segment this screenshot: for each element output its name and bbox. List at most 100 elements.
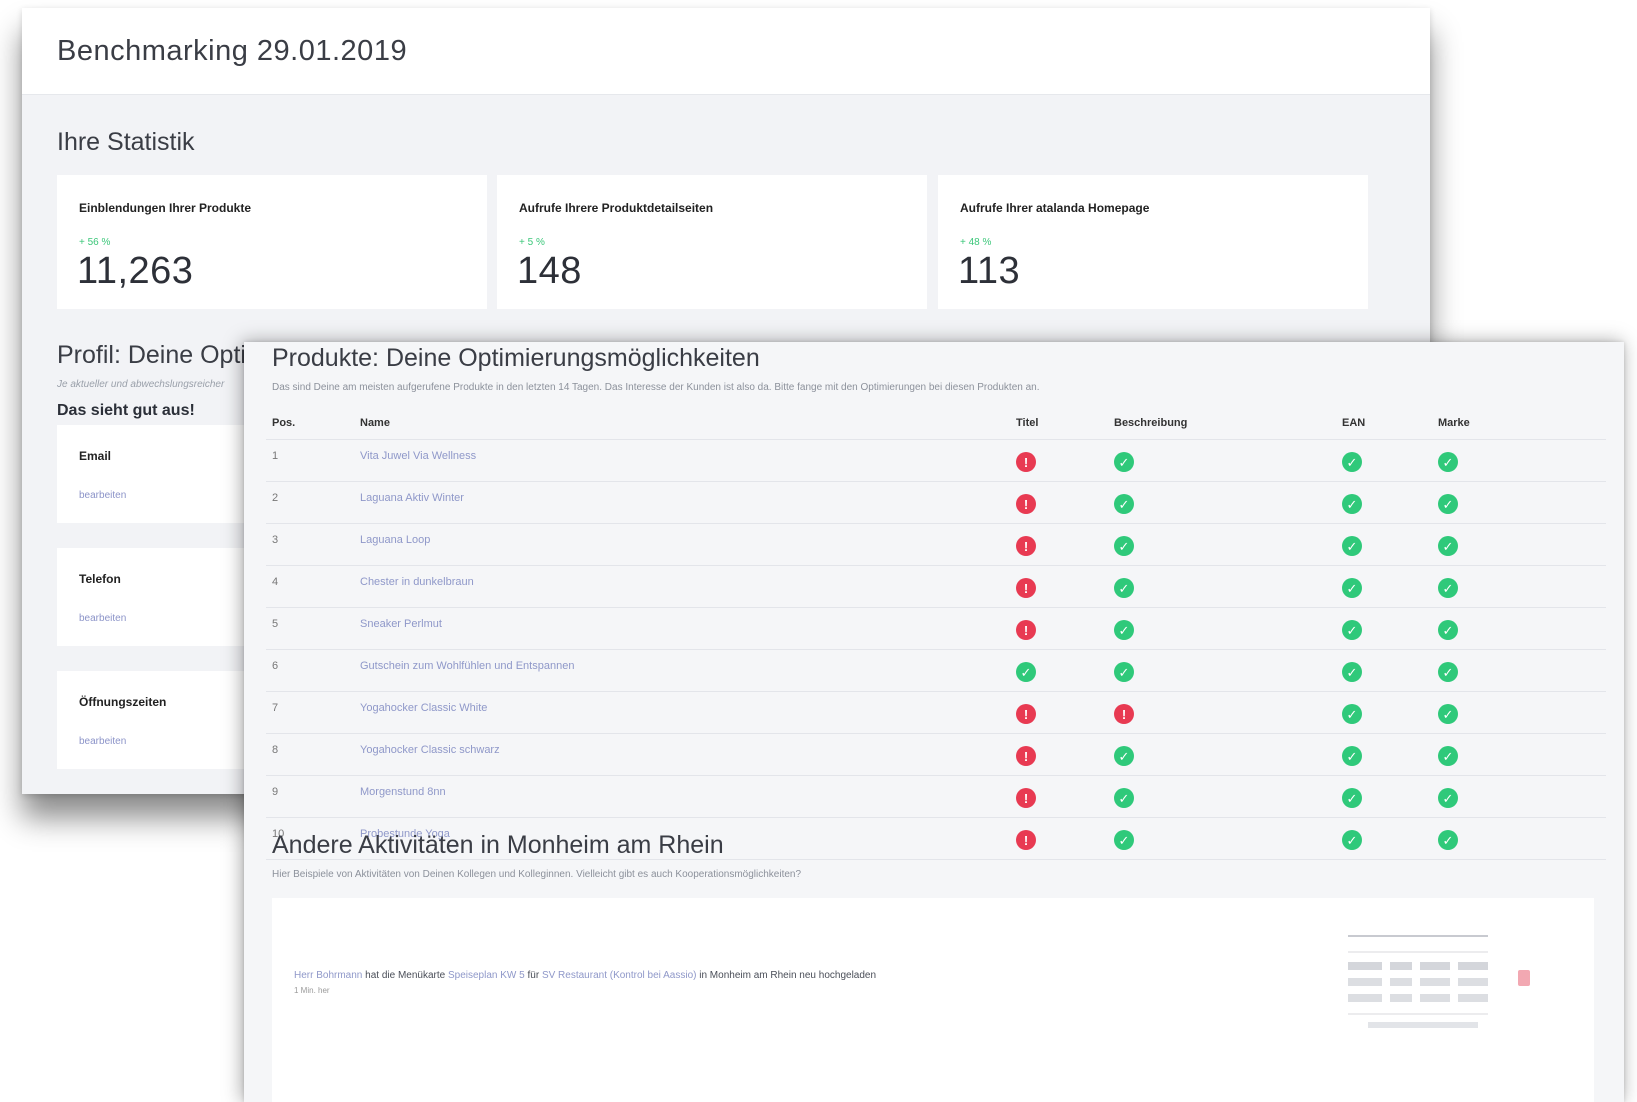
product-name-link[interactable]: Sneaker Perlmut bbox=[360, 618, 442, 630]
table-row: 6 Gutschein zum Wohlfühlen und Entspannen… bbox=[266, 650, 1606, 692]
check-circle-icon: ✓ bbox=[1114, 578, 1134, 598]
check-circle-icon: ✓ bbox=[1114, 788, 1134, 808]
profile-status: Das sieht gut aus! bbox=[57, 402, 195, 419]
product-name-link[interactable]: Chester in dunkelbraun bbox=[360, 576, 474, 588]
exclamation-circle-icon: ! bbox=[1016, 536, 1036, 556]
exclamation-circle-icon: ! bbox=[1114, 704, 1134, 724]
check-circle-icon: ✓ bbox=[1438, 662, 1458, 682]
check-circle-icon: ✓ bbox=[1342, 578, 1362, 598]
products-description: Das sind Deine am meisten aufgerufene Pr… bbox=[272, 382, 1040, 393]
activity-menu-link[interactable]: Speiseplan KW 5 bbox=[448, 970, 525, 981]
activity-text-part: in Monheim am Rhein neu hochgeladen bbox=[699, 970, 877, 981]
check-circle-icon: ✓ bbox=[1342, 452, 1362, 472]
row-position: 3 bbox=[272, 534, 279, 546]
check-circle-icon: ✓ bbox=[1438, 578, 1458, 598]
stat-label: Aufrufe Ihrere Produktdetailseiten bbox=[519, 201, 714, 215]
stat-label: Einblendungen Ihrer Produkte bbox=[79, 201, 252, 215]
exclamation-circle-icon: ! bbox=[1016, 830, 1036, 850]
check-circle-icon: ✓ bbox=[1342, 788, 1362, 808]
check-circle-icon: ✓ bbox=[1438, 452, 1458, 472]
check-circle-icon: ✓ bbox=[1438, 788, 1458, 808]
table-row: 5 Sneaker Perlmut! ✓ ✓ ✓ bbox=[266, 608, 1606, 650]
page-header: Benchmarking 29.01.2019 bbox=[22, 8, 1430, 95]
table-row: 8 Yogahocker Classic schwarz! ✓ ✓ ✓ bbox=[266, 734, 1606, 776]
check-circle-icon: ✓ bbox=[1342, 662, 1362, 682]
edit-link[interactable]: bearbeiten bbox=[79, 490, 126, 501]
table-row: 4 Chester in dunkelbraun! ✓ ✓ ✓ bbox=[266, 566, 1606, 608]
page-title: Benchmarking 29.01.2019 bbox=[57, 34, 408, 67]
exclamation-circle-icon: ! bbox=[1016, 704, 1036, 724]
stat-card-homepage-views: Aufrufe Ihrer atalanda Homepage + 48 % 1… bbox=[938, 175, 1368, 309]
edit-link[interactable]: bearbeiten bbox=[79, 613, 126, 624]
check-circle-icon: ✓ bbox=[1342, 494, 1362, 514]
activity-actor-link[interactable]: Herr Bohrmann bbox=[294, 970, 362, 981]
check-circle-icon: ✓ bbox=[1342, 704, 1362, 724]
products-table: Pos. Name Titel Beschreibung EAN Marke 1… bbox=[266, 407, 1606, 860]
column-name: Name bbox=[360, 417, 390, 429]
table-row: 7 Yogahocker Classic White!! ✓ ✓ bbox=[266, 692, 1606, 734]
check-circle-icon: ✓ bbox=[1438, 746, 1458, 766]
check-circle-icon: ✓ bbox=[1438, 830, 1458, 850]
check-circle-icon: ✓ bbox=[1438, 620, 1458, 640]
table-body: 1 Vita Juwel Via Wellness! ✓ ✓ ✓ 2 Laguana Akt… bbox=[266, 440, 1606, 860]
report-icon[interactable] bbox=[1518, 970, 1530, 986]
stat-label: Aufrufe Ihrer atalanda Homepage bbox=[960, 201, 1150, 215]
profile-card-label: Telefon bbox=[79, 572, 121, 586]
product-name-link[interactable]: Vita Juwel Via Wellness bbox=[360, 450, 476, 462]
check-circle-icon: ✓ bbox=[1114, 830, 1134, 850]
profile-card-label: Öffnungszeiten bbox=[79, 695, 167, 709]
exclamation-circle-icon: ! bbox=[1016, 746, 1036, 766]
product-name-link[interactable]: Morgenstund 8nn bbox=[360, 786, 446, 798]
products-window: Produkte: Deine Optimierungsmöglichkeite… bbox=[244, 342, 1624, 1102]
check-circle-icon: ✓ bbox=[1342, 830, 1362, 850]
product-name-link[interactable]: Yogahocker Classic schwarz bbox=[360, 744, 500, 756]
check-circle-icon: ✓ bbox=[1438, 536, 1458, 556]
activity-timestamp: 1 Min. her bbox=[294, 986, 330, 995]
product-name-link[interactable]: Laguana Aktiv Winter bbox=[360, 492, 464, 504]
exclamation-circle-icon: ! bbox=[1016, 578, 1036, 598]
table-row: 9 Morgenstund 8nn! ✓ ✓ ✓ bbox=[266, 776, 1606, 818]
product-name-link[interactable]: Laguana Loop bbox=[360, 534, 430, 546]
product-name-link[interactable]: Gutschein zum Wohlfühlen und Entspannen bbox=[360, 660, 574, 672]
row-position: 8 bbox=[272, 744, 279, 756]
check-circle-icon: ✓ bbox=[1342, 746, 1362, 766]
check-circle-icon: ✓ bbox=[1114, 536, 1134, 556]
stat-value: 11,263 bbox=[77, 250, 194, 292]
column-ean: EAN bbox=[1342, 417, 1366, 429]
check-circle-icon: ✓ bbox=[1114, 452, 1134, 472]
row-position: 9 bbox=[272, 786, 279, 798]
profile-note: Je aktueller und abwechslungsreicher bbox=[57, 379, 225, 390]
activities-description: Hier Beispiele von Aktivitäten von Deine… bbox=[272, 869, 802, 880]
exclamation-circle-icon: ! bbox=[1016, 452, 1036, 472]
profile-card-label: Email bbox=[79, 449, 112, 463]
check-circle-icon: ✓ bbox=[1114, 620, 1134, 640]
menu-document-thumbnail[interactable] bbox=[1338, 924, 1498, 1042]
table-row: 1 Vita Juwel Via Wellness! ✓ ✓ ✓ bbox=[266, 440, 1606, 482]
table-row: 3 Laguana Loop! ✓ ✓ ✓ bbox=[266, 524, 1606, 566]
stat-card-impressions: Einblendungen Ihrer Produkte + 56 % 11,2… bbox=[57, 175, 487, 309]
activity-text-part: für bbox=[527, 970, 540, 981]
stat-delta: + 56 % bbox=[79, 237, 111, 248]
check-circle-icon: ✓ bbox=[1016, 662, 1036, 682]
activity-text-part: hat die Menükarte bbox=[365, 970, 446, 981]
table-header: Pos. Name Titel Beschreibung EAN Marke bbox=[266, 407, 1606, 440]
column-marke: Marke bbox=[1438, 417, 1470, 429]
stats-heading: Ihre Statistik bbox=[57, 128, 195, 156]
activities-heading: Andere Aktivitäten in Monheim am Rhein bbox=[272, 831, 724, 859]
check-circle-icon: ✓ bbox=[1114, 746, 1134, 766]
edit-link[interactable]: bearbeiten bbox=[79, 736, 126, 747]
products-heading: Produkte: Deine Optimierungsmöglichkeite… bbox=[272, 344, 760, 372]
check-circle-icon: ✓ bbox=[1114, 662, 1134, 682]
exclamation-circle-icon: ! bbox=[1016, 620, 1036, 640]
check-circle-icon: ✓ bbox=[1438, 704, 1458, 724]
column-pos: Pos. bbox=[272, 417, 296, 429]
row-position: 4 bbox=[272, 576, 279, 588]
check-circle-icon: ✓ bbox=[1342, 536, 1362, 556]
check-circle-icon: ✓ bbox=[1438, 494, 1458, 514]
check-circle-icon: ✓ bbox=[1114, 494, 1134, 514]
product-name-link[interactable]: Yogahocker Classic White bbox=[360, 702, 487, 714]
activity-place-link[interactable]: SV Restaurant (Kontrol bei Aassio) bbox=[542, 970, 697, 981]
row-position: 1 bbox=[272, 450, 279, 462]
row-position: 6 bbox=[272, 660, 279, 672]
column-titel: Titel bbox=[1016, 417, 1039, 429]
